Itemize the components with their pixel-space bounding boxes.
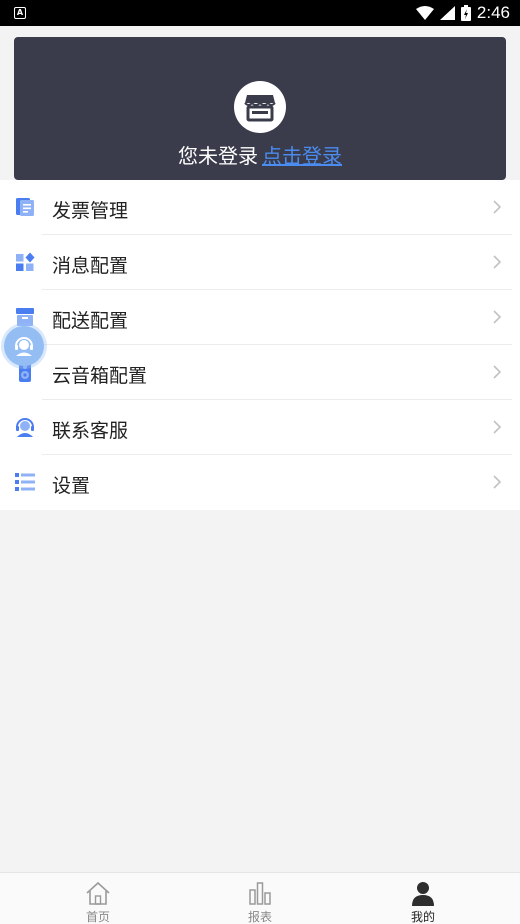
menu-item-label: 消息配置 — [52, 255, 129, 277]
menu-item-label: 联系客服 — [52, 420, 129, 442]
login-prompt: 您未登录 点击登录 — [14, 140, 506, 169]
grid-diamond-icon — [16, 252, 35, 271]
chevron-right-icon — [493, 365, 502, 379]
settings-menu: 发票管理 消息配置 配送配置 云音箱配置 联系客服 设置 — [0, 180, 520, 510]
menu-item-invoice[interactable]: 发票管理 — [0, 180, 520, 235]
home-icon — [86, 881, 110, 905]
nav-label: 首页 — [85, 910, 110, 924]
menu-item-label: 配送配置 — [52, 310, 129, 332]
notification-a-icon: A — [14, 7, 26, 19]
store-icon — [244, 95, 276, 122]
nav-label: 报表 — [247, 910, 272, 924]
menu-item-label: 发票管理 — [52, 200, 129, 222]
wifi-icon — [415, 6, 434, 20]
nav-report[interactable]: 报表 — [220, 873, 300, 924]
floating-service-button[interactable] — [4, 326, 44, 366]
chevron-right-icon — [493, 475, 502, 489]
login-link[interactable]: 点击登录 — [262, 144, 342, 168]
user-icon — [412, 882, 434, 906]
list-icon — [15, 473, 35, 491]
menu-item-delivery-config[interactable]: 配送配置 — [0, 290, 520, 345]
menu-item-settings[interactable]: 设置 — [0, 455, 520, 510]
headset-icon — [15, 337, 33, 356]
customer-service-icon — [16, 418, 34, 437]
menu-item-customer-service[interactable]: 联系客服 — [0, 400, 520, 455]
delivery-box-icon — [16, 308, 34, 326]
menu-item-label: 云音箱配置 — [52, 365, 148, 387]
menu-item-message-config[interactable]: 消息配置 — [0, 235, 520, 290]
login-header-card: 您未登录 点击登录 — [14, 37, 506, 180]
menu-item-label: 设置 — [52, 475, 91, 497]
signal-icon — [439, 6, 455, 20]
chevron-right-icon — [493, 310, 502, 324]
battery-icon — [460, 5, 471, 21]
chevron-right-icon — [493, 200, 502, 214]
status-time: 2:46 — [476, 3, 510, 22]
nav-home[interactable]: 首页 — [58, 873, 138, 924]
menu-item-speaker-config[interactable]: 云音箱配置 — [0, 345, 520, 400]
invoice-icon — [16, 198, 34, 216]
status-bar: A 2:46 — [0, 0, 520, 26]
chevron-right-icon — [493, 420, 502, 434]
nav-label: 我的 — [410, 910, 435, 924]
nav-mine[interactable]: 我的 — [383, 873, 463, 924]
login-status-text: 您未登录 — [178, 144, 258, 168]
bar-chart-icon — [249, 882, 271, 905]
store-avatar[interactable] — [234, 81, 286, 133]
chevron-right-icon — [493, 255, 502, 269]
bottom-nav: 首页 报表 我的 — [0, 872, 520, 924]
